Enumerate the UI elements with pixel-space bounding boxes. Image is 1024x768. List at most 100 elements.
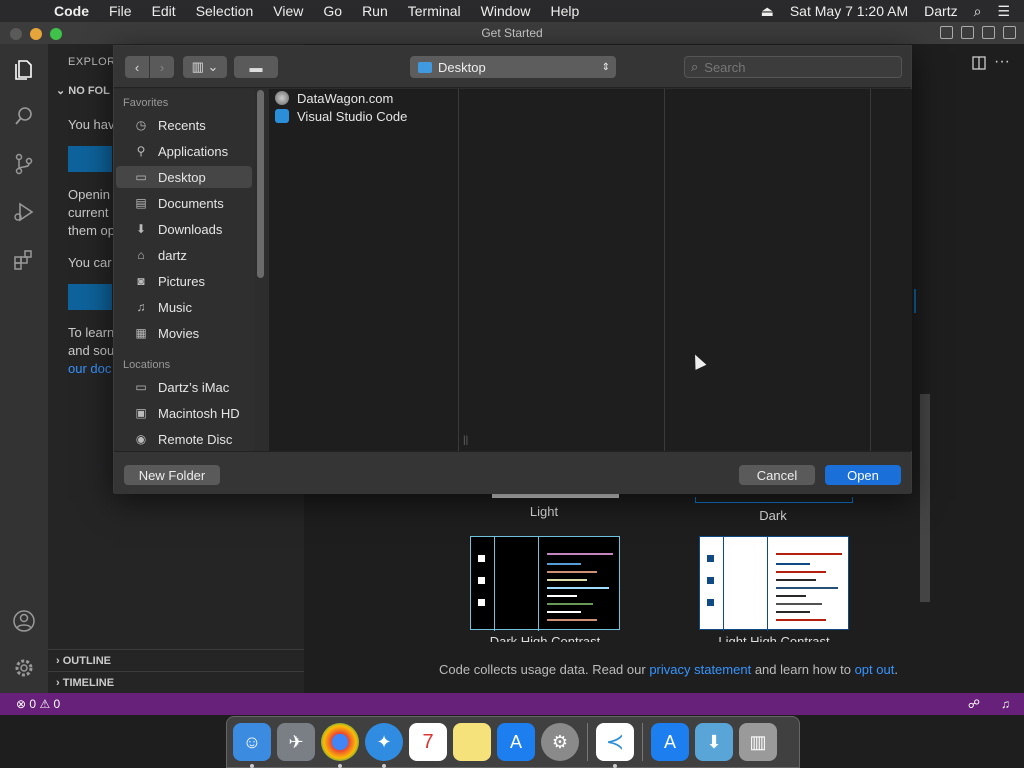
trash-icon[interactable]: ▥ xyxy=(739,723,777,761)
sidebar-item-downloads[interactable]: ⬇ Downloads xyxy=(116,218,252,240)
split-editor-icon[interactable] xyxy=(972,56,986,70)
settings-gear-icon[interactable] xyxy=(12,656,36,680)
spotlight-icon[interactable]: ⌕ xyxy=(974,3,982,20)
notifications-bell-icon[interactable]: ♫ xyxy=(1001,697,1010,711)
new-folder-button[interactable]: New Folder xyxy=(124,465,220,485)
sidebar-item-pictures[interactable]: ◙ Pictures xyxy=(116,270,252,292)
sidebar-text: Openin xyxy=(68,187,110,202)
no-folder-section[interactable]: ⌄ NO FOL xyxy=(56,84,110,97)
calendar-icon[interactable]: 7 xyxy=(409,723,447,761)
docs-link[interactable]: our doc xyxy=(68,360,111,378)
magnifier-icon: ⌕ xyxy=(691,59,699,74)
menu-help[interactable]: Help xyxy=(550,3,579,19)
sidebar-text: You car xyxy=(68,255,112,270)
more-actions-icon[interactable]: ··· xyxy=(994,53,1010,71)
file-item[interactable]: DataWagon.com xyxy=(275,89,393,107)
sidebar-item-imac[interactable]: ▭ Dartz’s iMac xyxy=(116,376,252,398)
explorer-icon[interactable] xyxy=(12,58,36,82)
customize-layout-icon[interactable] xyxy=(1003,26,1016,39)
view-mode-button[interactable]: ▥ ⌄ xyxy=(183,56,227,78)
dialog-toolbar: ‹ › ▥ ⌄ ▬ Desktop ⇕ ⌕ Search xyxy=(114,46,911,88)
menu-window[interactable]: Window xyxy=(481,3,531,19)
toggle-sidebar-icon[interactable] xyxy=(940,26,953,39)
toggle-panel-icon[interactable] xyxy=(961,26,974,39)
warning-icon: ⚠ xyxy=(39,697,51,711)
sidebar-item-music[interactable]: ♫ Music xyxy=(116,296,252,318)
menu-selection[interactable]: Selection xyxy=(196,3,254,19)
menu-terminal[interactable]: Terminal xyxy=(408,3,461,19)
run-debug-icon[interactable] xyxy=(12,200,36,224)
menu-file[interactable]: File xyxy=(109,3,132,19)
webloc-icon xyxy=(275,91,289,105)
user-name[interactable]: Dartz xyxy=(924,3,957,19)
safari-icon[interactable]: ✦ xyxy=(365,723,403,768)
outline-section[interactable]: › OUTLINE xyxy=(56,655,111,667)
disc-icon: ◉ xyxy=(135,432,147,446)
control-center-icon[interactable]: ☰ xyxy=(997,3,1010,20)
dark-theme-card[interactable] xyxy=(695,497,853,503)
column-empty xyxy=(679,89,871,451)
open-button[interactable]: Open xyxy=(825,465,901,485)
problems-indicator[interactable]: ⊗ 0 ⚠ 0 xyxy=(16,697,60,711)
applications-folder-icon[interactable]: A xyxy=(651,723,689,761)
chevron-left-icon: ‹ xyxy=(134,59,140,75)
column-resize-handle[interactable]: || xyxy=(463,435,468,446)
clock-text[interactable]: Sat May 7 1:20 AM xyxy=(790,3,908,19)
menu-view[interactable]: View xyxy=(273,3,303,19)
new-folder-toolbar-button[interactable]: ▬ xyxy=(234,56,278,78)
light-hc-theme-label: Light High Contrast xyxy=(718,634,830,642)
opt-out-link[interactable]: opt out xyxy=(855,662,895,677)
dark-hc-theme-card[interactable] xyxy=(470,536,620,631)
downloads-folder-icon[interactable]: ⬇ xyxy=(695,723,733,761)
light-hc-theme-card[interactable] xyxy=(699,536,849,631)
sidebar-item-applications[interactable]: ⚲ Applications xyxy=(116,140,252,162)
toggle-secondary-sidebar-icon[interactable] xyxy=(982,26,995,39)
source-control-icon[interactable] xyxy=(12,152,36,176)
vscode-icon[interactable]: ≺ xyxy=(596,723,634,768)
chrome-icon[interactable] xyxy=(321,723,359,768)
system-preferences-icon[interactable]: ⚙ xyxy=(541,723,579,761)
accounts-icon[interactable] xyxy=(12,609,36,633)
sidebar-item-home[interactable]: ⌂ dartz xyxy=(116,244,252,266)
macos-menubar: Code File Edit Selection View Go Run Ter… xyxy=(0,0,1024,22)
clone-repository-button[interactable] xyxy=(68,284,112,310)
sidebar-item-desktop[interactable]: ▭ Desktop xyxy=(116,166,252,188)
zoom-window-icon[interactable] xyxy=(50,28,62,40)
search-placeholder: Search xyxy=(704,59,746,75)
eject-icon[interactable]: ⏏ xyxy=(761,3,774,20)
location-popup[interactable]: Desktop ⇕ xyxy=(410,56,616,78)
sidebar-item-recents[interactable]: ◷ Recents xyxy=(116,114,252,136)
extensions-icon[interactable] xyxy=(12,248,36,272)
launchpad-icon[interactable]: ✈ xyxy=(277,723,315,761)
sidebar-item-macintosh-hd[interactable]: ▣ Macintosh HD xyxy=(116,402,252,424)
close-window-icon[interactable] xyxy=(10,28,22,40)
back-button[interactable]: ‹ xyxy=(125,56,149,78)
sidebar-text: You hav xyxy=(68,117,115,132)
sidebar-item-remote-disc[interactable]: ◉ Remote Disc xyxy=(116,428,252,450)
sidebar-item-movies[interactable]: ▦ Movies xyxy=(116,322,252,344)
sidebar-scrollbar[interactable] xyxy=(257,90,264,278)
menu-run[interactable]: Run xyxy=(362,3,388,19)
downloads-icon: ⬇ xyxy=(135,222,147,236)
sidebar-item-documents[interactable]: ▤ Documents xyxy=(116,192,252,214)
imac-icon: ▭ xyxy=(135,380,147,394)
forward-button[interactable]: › xyxy=(150,56,174,78)
search-field[interactable]: ⌕ Search xyxy=(684,56,902,78)
timeline-section[interactable]: › TIMELINE xyxy=(56,677,114,689)
notes-icon[interactable] xyxy=(453,723,491,761)
cancel-button[interactable]: Cancel xyxy=(739,465,815,485)
feedback-icon[interactable]: ☍ xyxy=(968,697,980,711)
layout-controls xyxy=(940,26,1016,39)
file-item[interactable]: Visual Studio Code xyxy=(275,107,407,125)
menu-app-name[interactable]: Code xyxy=(54,3,89,19)
error-icon: ⊗ xyxy=(16,697,27,711)
menu-edit[interactable]: Edit xyxy=(152,3,176,19)
privacy-statement-link[interactable]: privacy statement xyxy=(649,662,751,677)
appstore-icon[interactable]: A xyxy=(497,723,535,761)
menu-go[interactable]: Go xyxy=(323,3,342,19)
finder-icon[interactable]: ☺ xyxy=(233,723,271,768)
desktop-icon: ▭ xyxy=(135,170,147,184)
minimize-window-icon[interactable] xyxy=(30,28,42,40)
search-icon[interactable] xyxy=(12,104,36,128)
open-folder-button[interactable] xyxy=(68,146,112,172)
